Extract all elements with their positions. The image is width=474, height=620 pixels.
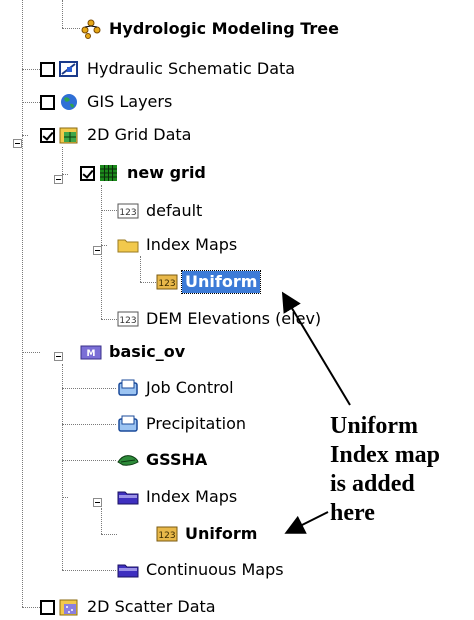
tree-item-job-control[interactable]: Job Control bbox=[117, 375, 237, 401]
tree-item-gssha[interactable]: GSSHA bbox=[117, 447, 210, 473]
svg-text:123: 123 bbox=[158, 279, 175, 289]
callout-line: is added bbox=[330, 471, 415, 497]
svg-text:123: 123 bbox=[158, 531, 175, 541]
visibility-checkbox[interactable] bbox=[40, 599, 55, 615]
visibility-checkbox[interactable] bbox=[80, 165, 95, 181]
index-map-icon: 123 bbox=[156, 272, 178, 292]
tree-item-label: GSSHA bbox=[146, 450, 208, 469]
tree-item-new-grid[interactable]: new grid bbox=[80, 160, 209, 186]
visibility-checkbox[interactable] bbox=[40, 61, 55, 77]
callout-line: Uniform bbox=[330, 413, 418, 439]
tree-item-uniform-selected[interactable]: 123 Uniform bbox=[156, 269, 262, 295]
tree-line bbox=[22, 352, 40, 353]
tree-item-default[interactable]: 123 default bbox=[117, 198, 205, 224]
tree-item-hydrologic-modeling-tree[interactable]: Hydrologic Modeling Tree bbox=[80, 16, 342, 42]
tree-item-index-maps-2[interactable]: Index Maps bbox=[117, 484, 240, 510]
tree-item-uniform-2[interactable]: 123 Uniform bbox=[156, 521, 260, 547]
tree-item-label: new grid bbox=[127, 163, 206, 182]
tree-item-2d-scatter-data[interactable]: 2D Scatter Data bbox=[40, 594, 219, 620]
tree-line bbox=[22, 0, 23, 607]
collapse-toggle[interactable] bbox=[13, 139, 22, 148]
tree-line bbox=[62, 364, 63, 570]
tree-line bbox=[101, 534, 117, 535]
tree-line bbox=[22, 135, 28, 136]
grid-icon bbox=[58, 125, 80, 145]
project-explorer-tree: Hydrologic Modeling Tree Hydraulic Schem… bbox=[0, 0, 474, 618]
gssha-icon bbox=[117, 450, 139, 470]
tree-item-label: basic_ov bbox=[109, 342, 186, 361]
callout-line: Index map bbox=[330, 442, 441, 468]
visibility-checkbox[interactable] bbox=[40, 127, 55, 143]
grid-icon bbox=[98, 163, 120, 183]
scatter-icon bbox=[58, 597, 80, 617]
collapse-toggle[interactable] bbox=[93, 246, 102, 255]
tree-item-label: GIS Layers bbox=[87, 92, 173, 111]
tree-item-label: default bbox=[146, 201, 203, 220]
tree-item-hydraulic-schematic-data[interactable]: Hydraulic Schematic Data bbox=[40, 56, 298, 82]
model-icon: M bbox=[80, 342, 102, 362]
svg-text:M: M bbox=[87, 349, 96, 359]
tree-line bbox=[62, 147, 63, 174]
tree-line bbox=[101, 319, 117, 320]
tree-line bbox=[22, 69, 40, 70]
tree-item-label: DEM Elevations (elev) bbox=[146, 309, 322, 328]
collapse-toggle[interactable] bbox=[93, 498, 102, 507]
map-folder-icon bbox=[117, 487, 139, 507]
tree-line bbox=[22, 607, 40, 608]
tree-item-label: Hydrologic Modeling Tree bbox=[109, 19, 339, 38]
job-control-icon bbox=[117, 378, 139, 398]
tree-line bbox=[101, 508, 102, 534]
folder-icon bbox=[117, 235, 139, 255]
tree-item-label: Index Maps bbox=[146, 235, 238, 254]
tree-item-dem-elevations[interactable]: 123 DEM Elevations (elev) bbox=[117, 306, 324, 332]
tree-item-label: Uniform bbox=[180, 270, 262, 294]
index-map-icon: 123 bbox=[117, 201, 139, 221]
tree-line bbox=[140, 282, 156, 283]
precipitation-icon bbox=[117, 414, 139, 434]
tree-item-continuous-maps[interactable]: Continuous Maps bbox=[117, 557, 287, 583]
tree-line bbox=[62, 0, 63, 28]
tree-item-precipitation[interactable]: Precipitation bbox=[117, 411, 249, 437]
schematic-icon bbox=[58, 59, 80, 79]
callout-arrow-lower bbox=[284, 511, 329, 534]
index-map-icon: 123 bbox=[156, 524, 178, 544]
tree-line bbox=[62, 497, 68, 498]
tree-item-label: 2D Grid Data bbox=[87, 125, 192, 144]
tree-item-gis-layers[interactable]: GIS Layers bbox=[40, 89, 175, 115]
visibility-checkbox[interactable] bbox=[40, 94, 55, 110]
tree-item-label: Continuous Maps bbox=[146, 560, 284, 579]
collapse-toggle[interactable] bbox=[54, 352, 63, 361]
tree-item-label: Precipitation bbox=[146, 414, 247, 433]
tree-line bbox=[140, 256, 141, 282]
map-folder-icon bbox=[117, 560, 139, 580]
globe-icon bbox=[58, 92, 80, 112]
tree-icon bbox=[80, 19, 102, 39]
tree-item-label: Index Maps bbox=[146, 487, 238, 506]
tree-item-label: Job Control bbox=[146, 378, 234, 397]
tree-item-basic-ov[interactable]: M basic_ov bbox=[80, 339, 188, 365]
tree-line bbox=[62, 570, 116, 571]
tree-item-index-maps[interactable]: Index Maps bbox=[117, 232, 240, 258]
tree-item-label: Uniform bbox=[185, 524, 258, 543]
annotation-callout: Uniform Index map is added here bbox=[330, 412, 474, 528]
tree-item-label: 2D Scatter Data bbox=[87, 597, 216, 616]
tree-line bbox=[101, 210, 117, 211]
index-map-icon: 123 bbox=[117, 309, 139, 329]
svg-text:123: 123 bbox=[119, 208, 136, 218]
tree-line bbox=[62, 424, 116, 425]
tree-line bbox=[22, 102, 40, 103]
tree-line bbox=[62, 28, 80, 29]
collapse-toggle[interactable] bbox=[54, 175, 63, 184]
tree-line bbox=[62, 388, 116, 389]
svg-text:123: 123 bbox=[119, 316, 136, 326]
tree-line bbox=[62, 460, 116, 461]
tree-item-label: Hydraulic Schematic Data bbox=[87, 59, 296, 78]
tree-item-2d-grid-data[interactable]: 2D Grid Data bbox=[40, 122, 194, 148]
callout-line: here bbox=[330, 500, 375, 526]
